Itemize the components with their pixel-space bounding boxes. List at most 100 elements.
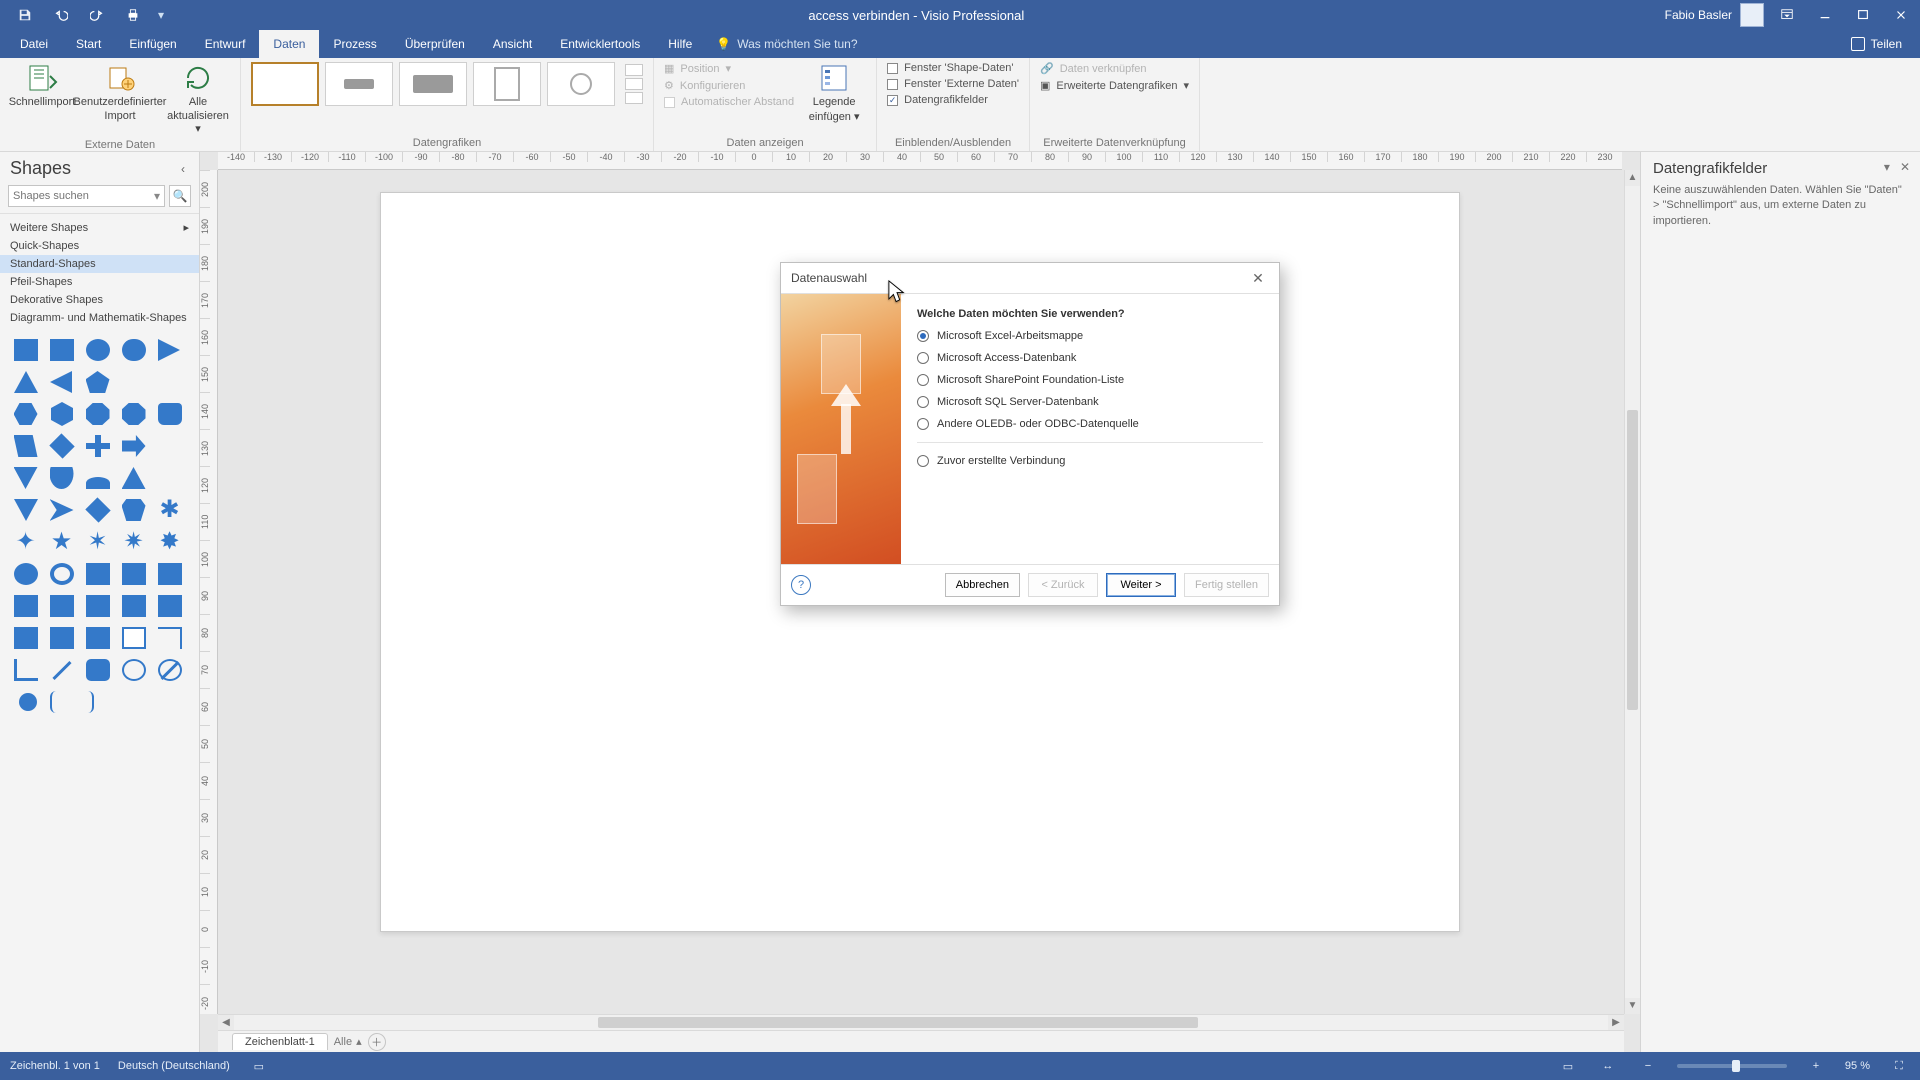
- shape-category[interactable]: Diagramm- und Mathematik-Shapes: [0, 309, 199, 327]
- shape-octagon[interactable]: [122, 403, 146, 425]
- gallery-item-rect[interactable]: [473, 62, 541, 106]
- tab-entwicklertools[interactable]: Entwicklertools: [546, 30, 654, 58]
- share-button[interactable]: Teilen: [1833, 30, 1920, 58]
- shape-hexagon-v[interactable]: [51, 402, 73, 426]
- shape-can[interactable]: [158, 403, 182, 425]
- scroll-down-icon[interactable]: ▼: [1625, 998, 1640, 1014]
- shape-brace-l[interactable]: [50, 691, 58, 713]
- shape-parallelogram[interactable]: [14, 435, 38, 457]
- cancel-button[interactable]: Abbrechen: [945, 573, 1020, 597]
- shape-box-4[interactable]: [122, 595, 146, 617]
- tell-me-search[interactable]: 💡 Was möchten Sie tun?: [706, 30, 857, 58]
- ribbon-options-icon[interactable]: [1772, 2, 1802, 28]
- shape-category[interactable]: Weitere Shapes▸: [0, 218, 199, 237]
- data-graphics-gallery[interactable]: [251, 62, 643, 106]
- sheet-all-menu[interactable]: Alle▴: [334, 1035, 362, 1048]
- shape-l[interactable]: [14, 659, 38, 681]
- data-source-option[interactable]: Microsoft SQL Server-Datenbank: [917, 396, 1263, 408]
- shape-cube-3[interactable]: [158, 563, 182, 585]
- shape-funnel[interactable]: [122, 499, 146, 521]
- scroll-left-icon[interactable]: ◀: [218, 1015, 234, 1030]
- tab-einfuegen[interactable]: Einfügen: [115, 30, 190, 58]
- scroll-up-icon[interactable]: ▲: [1625, 170, 1640, 186]
- shape-burst[interactable]: ✸: [158, 531, 182, 553]
- shape-dot[interactable]: [19, 693, 37, 711]
- shape-right-triangle[interactable]: [158, 339, 180, 361]
- shape-circle[interactable]: [86, 339, 110, 361]
- tab-entwurf[interactable]: Entwurf: [191, 30, 260, 58]
- sheet-tab-active[interactable]: Zeichenblatt-1: [232, 1033, 328, 1050]
- zoom-handle[interactable]: [1732, 1060, 1740, 1072]
- scroll-thumb-v[interactable]: [1627, 410, 1638, 710]
- insert-legend-button[interactable]: Legende einfügen ▾: [802, 62, 866, 123]
- tab-ansicht[interactable]: Ansicht: [479, 30, 546, 58]
- shape-trapezoid[interactable]: [14, 467, 38, 489]
- tab-hilfe[interactable]: Hilfe: [654, 30, 706, 58]
- presentation-mode-icon[interactable]: ▭: [1557, 1057, 1579, 1075]
- shape-diamond[interactable]: [49, 433, 74, 458]
- data-fields-check[interactable]: Datengrafikfelder: [887, 94, 1019, 106]
- shape-category[interactable]: Standard-Shapes: [0, 255, 199, 273]
- shape-cross[interactable]: [86, 435, 110, 457]
- undo-icon[interactable]: [46, 2, 76, 28]
- shape-kite[interactable]: [50, 499, 74, 521]
- zoom-out-icon[interactable]: −: [1637, 1057, 1659, 1075]
- ruler-vertical[interactable]: 2001901801701601501401301201101009080706…: [200, 170, 218, 1014]
- gallery-item-bar-big[interactable]: [399, 62, 467, 106]
- help-icon[interactable]: ?: [791, 575, 811, 595]
- shape-no-symbol[interactable]: [158, 659, 182, 681]
- zoom-slider[interactable]: [1677, 1064, 1787, 1068]
- shape-corner[interactable]: [158, 627, 182, 649]
- shape-brace-r[interactable]: [86, 691, 94, 713]
- shape-category[interactable]: Dekorative Shapes: [0, 291, 199, 309]
- shape-circle-2[interactable]: [14, 563, 38, 585]
- gallery-item-bar[interactable]: [325, 62, 393, 106]
- tab-start[interactable]: Start: [62, 30, 115, 58]
- shape-cube[interactable]: [86, 563, 110, 585]
- taskpane-close-icon[interactable]: ✕: [1900, 160, 1910, 174]
- shape-chevron[interactable]: [122, 435, 146, 457]
- fit-window-icon[interactable]: ⛶: [1888, 1057, 1910, 1075]
- macro-recorder-icon[interactable]: ▭: [248, 1057, 270, 1075]
- gallery-down-icon[interactable]: [625, 78, 643, 90]
- shape-star4[interactable]: ✦: [14, 531, 38, 553]
- data-source-option[interactable]: Microsoft Excel-Arbeitsmappe: [917, 330, 1263, 342]
- shape-heptagon[interactable]: [86, 403, 110, 425]
- shape-square[interactable]: [50, 339, 74, 361]
- shape-star6[interactable]: ✶: [86, 531, 110, 553]
- collapse-pane-icon[interactable]: ‹: [175, 161, 191, 177]
- shape-star5[interactable]: ★: [50, 531, 74, 553]
- search-button[interactable]: 🔍: [169, 185, 191, 207]
- shapes-search-box[interactable]: ▾: [8, 185, 165, 207]
- shape-gear[interactable]: ✱: [158, 499, 182, 521]
- shape-box-1[interactable]: [14, 595, 38, 617]
- shape-shadow-2[interactable]: [50, 627, 74, 649]
- shape-arc[interactable]: [86, 477, 110, 489]
- tab-ueberpruefen[interactable]: Überprüfen: [391, 30, 479, 58]
- zoom-in-icon[interactable]: +: [1805, 1057, 1827, 1075]
- gallery-up-icon[interactable]: [625, 64, 643, 76]
- chevron-down-icon[interactable]: ▾: [154, 189, 160, 203]
- data-source-option[interactable]: Zuvor erstellte Verbindung: [917, 455, 1263, 467]
- data-source-option[interactable]: Andere OLEDB- oder ODBC-Datenquelle: [917, 418, 1263, 430]
- shape-drop[interactable]: [50, 467, 74, 489]
- shape-box-2[interactable]: [50, 595, 74, 617]
- close-icon[interactable]: [1886, 2, 1916, 28]
- tab-daten[interactable]: Daten: [259, 30, 319, 58]
- page-width-icon[interactable]: ↔: [1597, 1057, 1619, 1075]
- ruler-horizontal[interactable]: -140-130-120-110-100-90-80-70-60-50-40-3…: [218, 152, 1622, 170]
- shape-shadow-3[interactable]: [86, 627, 110, 649]
- external-data-window-check[interactable]: Fenster 'Externe Daten': [887, 78, 1019, 90]
- shape-left-triangle[interactable]: [50, 371, 72, 393]
- taskpane-menu-icon[interactable]: ▾: [1884, 160, 1890, 174]
- shape-diag-line[interactable]: [52, 661, 71, 680]
- shape-triangle[interactable]: [14, 371, 38, 393]
- shape-diamond-2[interactable]: [85, 497, 110, 522]
- qat-more-icon[interactable]: ▾: [154, 2, 168, 28]
- tab-datei[interactable]: Datei: [6, 30, 62, 58]
- shape-rectangle[interactable]: [14, 339, 38, 361]
- shape-shadow-1[interactable]: [14, 627, 38, 649]
- save-icon[interactable]: [10, 2, 40, 28]
- shape-inverted-triangle[interactable]: [14, 499, 38, 521]
- shape-donut[interactable]: [122, 659, 146, 681]
